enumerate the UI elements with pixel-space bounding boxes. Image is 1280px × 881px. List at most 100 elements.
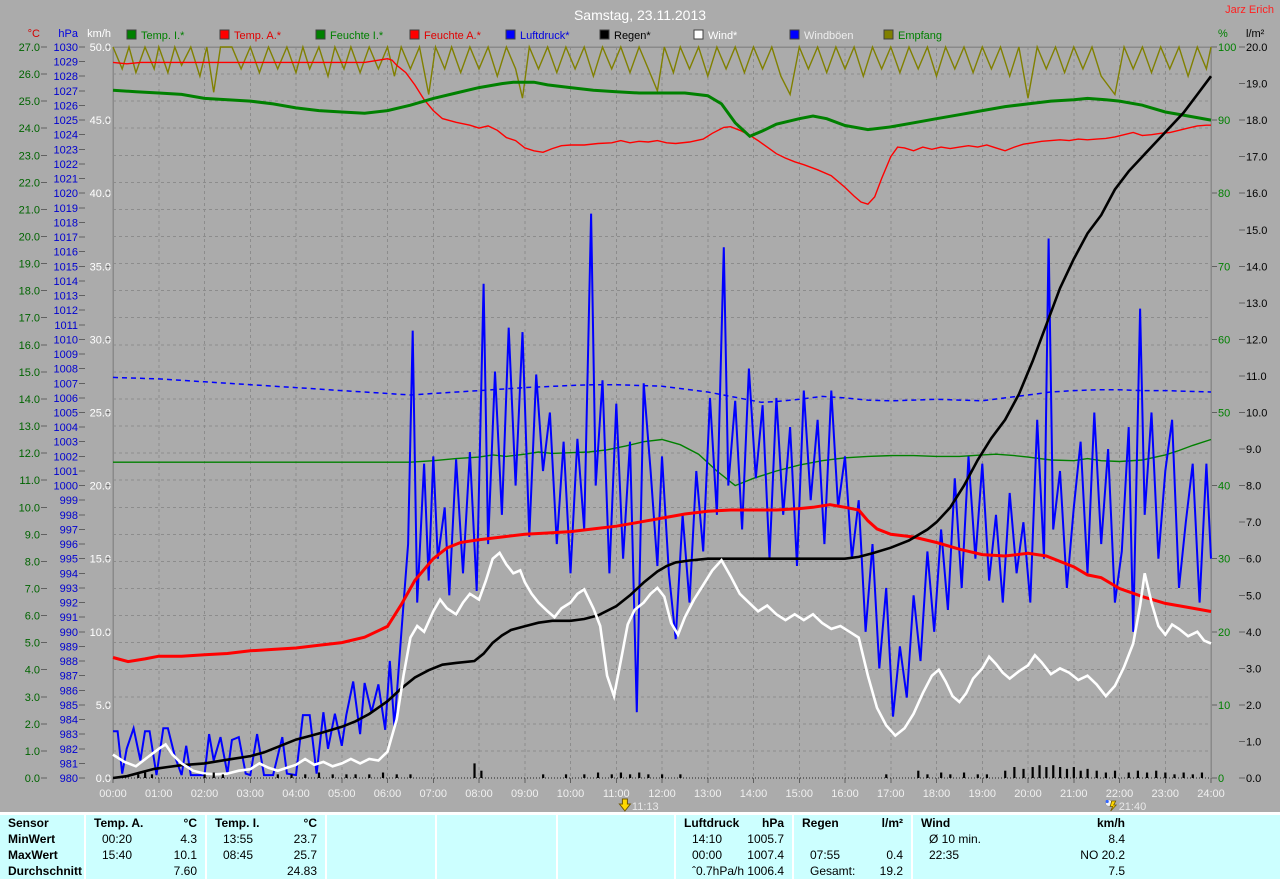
rain-bar	[963, 773, 965, 778]
x-axis-label: 04:00	[282, 788, 310, 800]
empty-2-row-3	[437, 863, 556, 879]
x-axis-label: 09:00	[511, 788, 539, 800]
temp-axis-label: 2.0	[25, 719, 40, 731]
temp-axis-label: 10.0	[19, 502, 40, 514]
regen-header: Regen	[794, 815, 839, 831]
empty-2-header-row	[437, 815, 556, 831]
row-label: Sensor	[0, 815, 49, 831]
temp-i-value: 23.7	[294, 831, 325, 847]
empty-2-value	[548, 863, 556, 879]
rain-bar	[1183, 773, 1185, 778]
luftdruck-legend-label: Luftdruck*	[520, 30, 570, 42]
regen-header-row: Regenl/m²	[794, 815, 911, 831]
temp-axis-label: 3.0	[25, 692, 40, 704]
x-axis-label: 20:00	[1014, 788, 1042, 800]
feuchte-a-legend-label: Feuchte A.*	[424, 30, 482, 42]
x-axis-label: 12:00	[648, 788, 676, 800]
empty-2-row-2	[437, 847, 556, 863]
temp-axis-label: 23.0	[19, 150, 40, 162]
temp-a-row-2: 15:4010.1	[86, 847, 205, 863]
rain-bar	[620, 773, 622, 778]
empty-2-value	[548, 831, 556, 847]
regen-legend-swatch	[600, 30, 609, 39]
temp-axis-label: 25.0	[19, 96, 40, 108]
empty-1-header	[327, 815, 335, 831]
temp-a-time: 00:20	[86, 831, 132, 847]
hpa-axis-label: 1028	[54, 71, 78, 83]
empty-1-row-2	[327, 847, 435, 863]
legend-item-temp-a[interactable]: Temp. A.*	[220, 30, 282, 42]
rain-bar	[1105, 773, 1107, 778]
luftdruck-unit: hPa	[762, 815, 792, 831]
lm2-axis-label: 17.0	[1246, 152, 1267, 164]
x-axis-label: 06:00	[374, 788, 402, 800]
rain-bar	[1013, 767, 1015, 778]
empty-1-time	[327, 863, 343, 879]
lm2-axis-label: 9.0	[1246, 444, 1261, 456]
hpa-axis-label: 999	[60, 495, 78, 507]
temp-i-unit: °C	[304, 815, 325, 831]
empty-1-header-row	[327, 815, 435, 831]
legend-item-windboeen[interactable]: Windböen	[790, 30, 854, 42]
temp-a-row-3: 7.60	[86, 863, 205, 879]
rain-bar	[926, 774, 928, 778]
x-axis-label: 23:00	[1151, 788, 1179, 800]
hpa-axis-label: 1029	[54, 57, 78, 69]
legend-item-empfang[interactable]: Empfang	[884, 30, 942, 42]
rain-bar	[222, 774, 224, 778]
empty-2-time	[437, 831, 453, 847]
rain-bar	[1137, 771, 1139, 778]
empty-3-row-1	[558, 831, 674, 847]
temp-axis-label: 16.0	[19, 340, 40, 352]
feuchte-i-legend-swatch	[316, 30, 325, 39]
temp-axis-label: 19.0	[19, 259, 40, 271]
temp-axis-label: 11.0	[19, 475, 40, 487]
rain-bar	[1032, 767, 1034, 778]
empty-1-unit	[427, 815, 435, 831]
empty-3-time	[558, 863, 574, 879]
hpa-axis-label: 1011	[54, 320, 78, 332]
hpa-axis-label: 1024	[54, 130, 78, 142]
wind-row-2: 22:35NO 20.2	[913, 847, 1133, 863]
x-axis-label: 07:00	[419, 788, 447, 800]
legend-item-feuchte-a[interactable]: Feuchte A.*	[410, 30, 482, 42]
legend-item-feuchte-i[interactable]: Feuchte I.*	[316, 30, 384, 42]
legend-item-temp-i[interactable]: Temp. I.*	[127, 30, 185, 42]
rain-bar	[1080, 771, 1082, 778]
stats-column-empty-3	[558, 815, 676, 879]
series-wind	[113, 553, 1211, 774]
pct-axis-label: 50	[1218, 408, 1230, 420]
rain-bar	[583, 774, 585, 778]
temp-i-legend-label: Temp. I.*	[141, 30, 185, 42]
hpa-axis-label: 993	[60, 583, 78, 595]
hpa-axis-label: 980	[60, 773, 78, 785]
temp-axis-header: °C	[28, 28, 40, 40]
row-label: MinWert	[0, 831, 55, 847]
legend-item-luftdruck[interactable]: Luftdruck*	[506, 30, 570, 42]
hpa-axis-label: 1015	[54, 261, 78, 273]
legend-item-regen[interactable]: Regen*	[600, 30, 651, 42]
lm2-axis-label: 10.0	[1246, 408, 1267, 420]
lm2-axis-label: 7.0	[1246, 517, 1261, 529]
wind-value: NO 20.2	[1080, 847, 1133, 863]
temp-axis-label: 0.0	[25, 773, 40, 785]
pct-axis-label: 70	[1218, 261, 1230, 273]
x-axis-label: 03:00	[236, 788, 264, 800]
x-axis-label: 16:00	[831, 788, 859, 800]
rain-bar	[1052, 765, 1054, 778]
rain-bar	[661, 774, 663, 778]
temp-a-value: 4.3	[180, 831, 205, 847]
temp-i-value: 24.83	[287, 863, 325, 879]
wind-legend-swatch	[694, 30, 703, 39]
temp-a-unit: °C	[184, 815, 205, 831]
wind-header: Wind	[913, 815, 950, 831]
lm2-axis-label: 15.0	[1246, 225, 1267, 237]
feuchte-i-legend-label: Feuchte I.*	[330, 30, 384, 42]
empty-1-value	[427, 863, 435, 879]
wind-time	[913, 863, 929, 879]
rain-bar	[473, 763, 475, 778]
wind-row-3: 7.5	[913, 863, 1133, 879]
lm2-axis-label: 16.0	[1246, 188, 1267, 200]
legend-item-wind[interactable]: Wind*	[694, 30, 738, 42]
marker-11-13: 11:13	[619, 799, 658, 812]
